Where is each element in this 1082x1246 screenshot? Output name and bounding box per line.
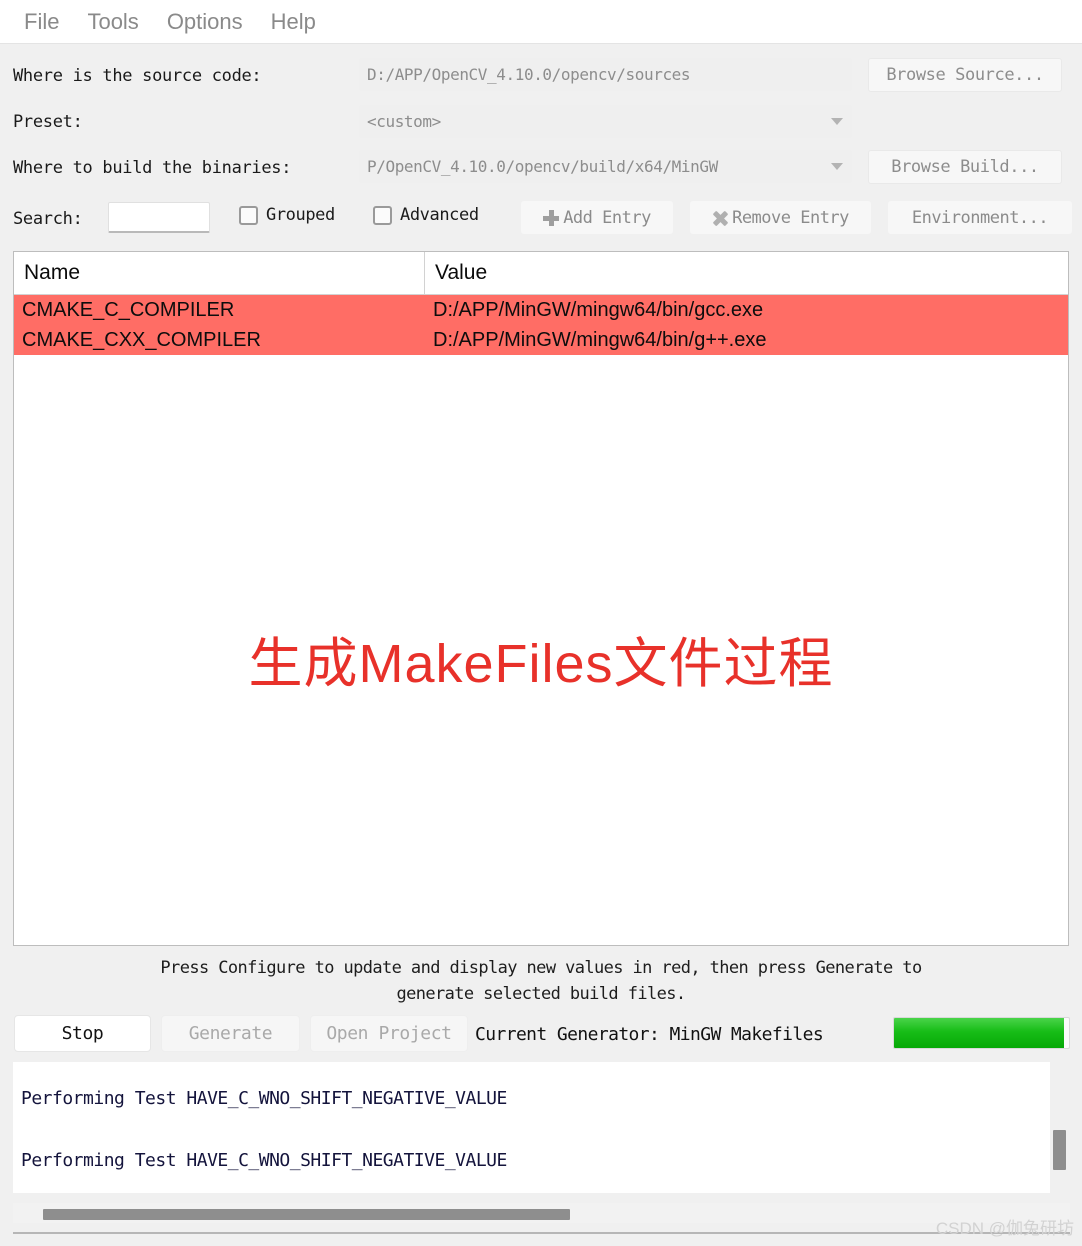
table-row[interactable]: CMAKE_C_COMPILER D:/APP/MinGW/mingw64/bi… xyxy=(14,295,1068,325)
log-horizontal-scrollbar-thumb[interactable] xyxy=(43,1209,570,1220)
advanced-checkbox[interactable]: Advanced xyxy=(373,205,479,225)
annotation-overlay: 生成MakeFiles文件过程 xyxy=(248,634,834,694)
remove-entry-button[interactable]: Remove Entry xyxy=(690,201,871,234)
cell-value[interactable]: D:/APP/MinGW/mingw64/bin/gcc.exe xyxy=(425,295,1068,325)
environment-button[interactable]: Environment... xyxy=(888,201,1072,234)
window-bottom-divider xyxy=(13,1232,1070,1234)
build-binaries-input[interactable]: P/OpenCV_4.10.0/opencv/build/x64/MinGW xyxy=(359,150,852,183)
open-project-button[interactable]: Open Project xyxy=(310,1015,468,1052)
grouped-label: Grouped xyxy=(266,205,335,225)
log-output[interactable]: Performing Test HAVE_C_WNO_SHIFT_NEGATIV… xyxy=(13,1062,1050,1193)
menu-item-file[interactable]: File xyxy=(10,7,73,37)
checkbox-box-grouped[interactable] xyxy=(239,205,258,225)
generate-button[interactable]: Generate xyxy=(161,1015,300,1052)
log-vertical-scrollbar-thumb[interactable] xyxy=(1053,1130,1066,1170)
log-vertical-scrollbar[interactable] xyxy=(1050,1062,1070,1193)
cell-name: CMAKE_CXX_COMPILER xyxy=(22,328,261,351)
search-label: Search: xyxy=(13,209,83,229)
close-icon xyxy=(712,210,728,226)
progress-bar-fill xyxy=(894,1018,1064,1048)
source-code-input[interactable]: D:/APP/OpenCV_4.10.0/opencv/sources xyxy=(359,58,852,91)
table-header-row: Name Value xyxy=(14,252,1068,295)
configure-hint: Press Configure to update and display ne… xyxy=(0,955,1082,1007)
log-line: Performing Test HAVE_C_WNO_SHIFT_NEGATIV… xyxy=(21,1150,507,1171)
chevron-down-icon-preset[interactable] xyxy=(831,118,843,125)
column-header-name[interactable]: Name xyxy=(14,252,425,294)
cell-value[interactable]: D:/APP/MinGW/mingw64/bin/g++.exe xyxy=(425,325,1068,355)
configure-hint-line1: Press Configure to update and display ne… xyxy=(160,958,922,978)
menu-item-options[interactable]: Options xyxy=(153,7,257,37)
menu-item-help[interactable]: Help xyxy=(257,7,330,37)
add-entry-button[interactable]: Add Entry xyxy=(521,201,673,234)
progress-bar xyxy=(893,1017,1070,1049)
plus-icon xyxy=(543,209,560,226)
preset-label: Preset: xyxy=(13,112,83,132)
stop-button[interactable]: Stop xyxy=(14,1015,151,1052)
log-line-clipped: Performing Test HAVE_C_WNO_SHIFT_NEGATIV… xyxy=(21,1088,507,1109)
checkbox-box-advanced[interactable] xyxy=(373,205,392,225)
search-input[interactable] xyxy=(108,202,210,233)
menu-bar: File Tools Options Help xyxy=(0,0,1082,44)
log-lines: Performing Test HAVE_C_WNO_SHIFT_NEGATIV… xyxy=(21,1062,610,1193)
environment-label: Environment... xyxy=(911,207,1049,228)
csdn-watermark: CSDN @伽兔研坊 xyxy=(935,1219,1074,1238)
column-header-value[interactable]: Value xyxy=(425,252,1068,294)
cache-variables-table[interactable]: Name Value CMAKE_C_COMPILER D:/APP/MinGW… xyxy=(13,251,1069,946)
chevron-down-icon-build[interactable] xyxy=(831,163,843,170)
cell-name: CMAKE_C_COMPILER xyxy=(22,298,235,321)
add-entry-label: Add Entry xyxy=(563,207,651,228)
browse-build-button[interactable]: Browse Build... xyxy=(868,150,1062,184)
grouped-checkbox[interactable]: Grouped xyxy=(239,205,335,225)
remove-entry-label: Remove Entry xyxy=(732,207,849,228)
configure-hint-line2: generate selected build files. xyxy=(396,984,686,1004)
build-binaries-label: Where to build the binaries: xyxy=(13,158,292,178)
current-generator-label: Current Generator: MinGW Makefiles xyxy=(475,1024,824,1045)
advanced-label: Advanced xyxy=(400,205,479,225)
table-row[interactable]: CMAKE_CXX_COMPILER D:/APP/MinGW/mingw64/… xyxy=(14,325,1068,355)
browse-source-button[interactable]: Browse Source... xyxy=(868,58,1062,92)
cmake-gui-window: File Tools Options Help Where is the sou… xyxy=(0,0,1082,1246)
source-code-label: Where is the source code: xyxy=(13,66,262,86)
menu-item-tools[interactable]: Tools xyxy=(73,7,152,37)
preset-select[interactable]: <custom> xyxy=(359,105,852,138)
